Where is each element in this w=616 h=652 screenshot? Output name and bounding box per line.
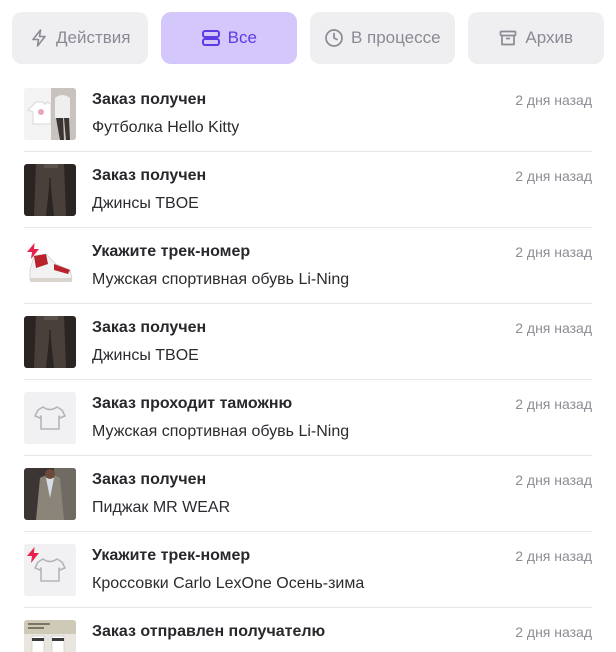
tab-label: Архив (525, 28, 574, 47)
notification-time: 2 дня назад (515, 92, 592, 108)
product-thumbnail (24, 468, 76, 520)
stack-icon (201, 28, 221, 48)
tab-in-progress[interactable]: В процессе (310, 12, 455, 64)
clock-icon (324, 28, 344, 48)
notification-time: 2 дня назад (515, 244, 592, 260)
notification-title: Заказ получен (92, 167, 207, 184)
notification-title: Заказ проходит таможню (92, 395, 293, 412)
notification-time: 2 дня назад (515, 624, 592, 640)
tab-archive[interactable]: Архив (467, 12, 604, 64)
tab-all[interactable]: Все (160, 12, 298, 64)
notification-row[interactable]: Заказ проходит таможню Мужская спортивна… (24, 380, 592, 456)
archive-box-icon (498, 28, 518, 48)
product-name: Кроссовки Carlo LexOne Осень-зима (92, 575, 365, 592)
product-thumbnail (24, 316, 76, 368)
product-name: Пиджак MR WEAR (92, 499, 231, 516)
placeholder-shirt-icon (24, 392, 76, 444)
notification-row[interactable]: Заказ получен Джинсы TBOE 2 дня назад (24, 152, 592, 228)
tab-label: В процессе (350, 28, 441, 47)
notification-time: 2 дня назад (515, 320, 592, 336)
alert-lightning-icon (27, 243, 39, 259)
tab-label: Все (227, 28, 257, 47)
notification-title: Заказ получен (92, 471, 207, 488)
product-name: Мужская спортивная обувь Li-Ning (92, 271, 350, 288)
notification-row[interactable]: Заказ отправлен получателю 2 дня назад (24, 608, 592, 652)
product-name: Футболка Hello Kitty (92, 119, 240, 136)
notification-time: 2 дня назад (515, 548, 592, 564)
notification-row[interactable]: Заказ получен Джинсы TBOE 2 дня назад (24, 304, 592, 380)
notification-row[interactable]: Укажите трек-номер Мужская спортивная об… (24, 228, 592, 304)
filter-tabs: Действия Все В процессе Архив (12, 12, 604, 64)
lightning-icon (29, 28, 49, 48)
notification-title: Заказ получен (92, 319, 207, 336)
notification-title: Заказ отправлен получателю (92, 623, 326, 640)
notification-time: 2 дня назад (515, 396, 592, 412)
product-name: Мужская спортивная обувь Li-Ning (92, 423, 350, 440)
product-name: Джинсы TBOE (92, 347, 199, 364)
product-thumbnail (24, 88, 76, 140)
tab-label: Действия (56, 28, 131, 47)
tab-actions[interactable]: Действия (12, 12, 148, 64)
notification-time: 2 дня назад (515, 168, 592, 184)
notification-row[interactable]: Заказ получен Пиджак MR WEAR 2 дня назад (24, 456, 592, 532)
product-name: Джинсы TBOE (92, 195, 199, 212)
notification-title: Заказ получен (92, 91, 207, 108)
notification-row[interactable]: Заказ получен Футболка Hello Kitty 2 дня… (24, 76, 592, 152)
product-thumbnail (24, 164, 76, 216)
notification-title: Укажите трек-номер (92, 547, 251, 564)
notification-title: Укажите трек-номер (92, 243, 251, 260)
notification-list: Заказ получен Футболка Hello Kitty 2 дня… (24, 76, 592, 652)
notification-row[interactable]: Укажите трек-номер Кроссовки Carlo LexOn… (24, 532, 592, 608)
notification-time: 2 дня назад (515, 472, 592, 488)
alert-lightning-icon (27, 547, 39, 563)
product-thumbnail (24, 620, 76, 652)
